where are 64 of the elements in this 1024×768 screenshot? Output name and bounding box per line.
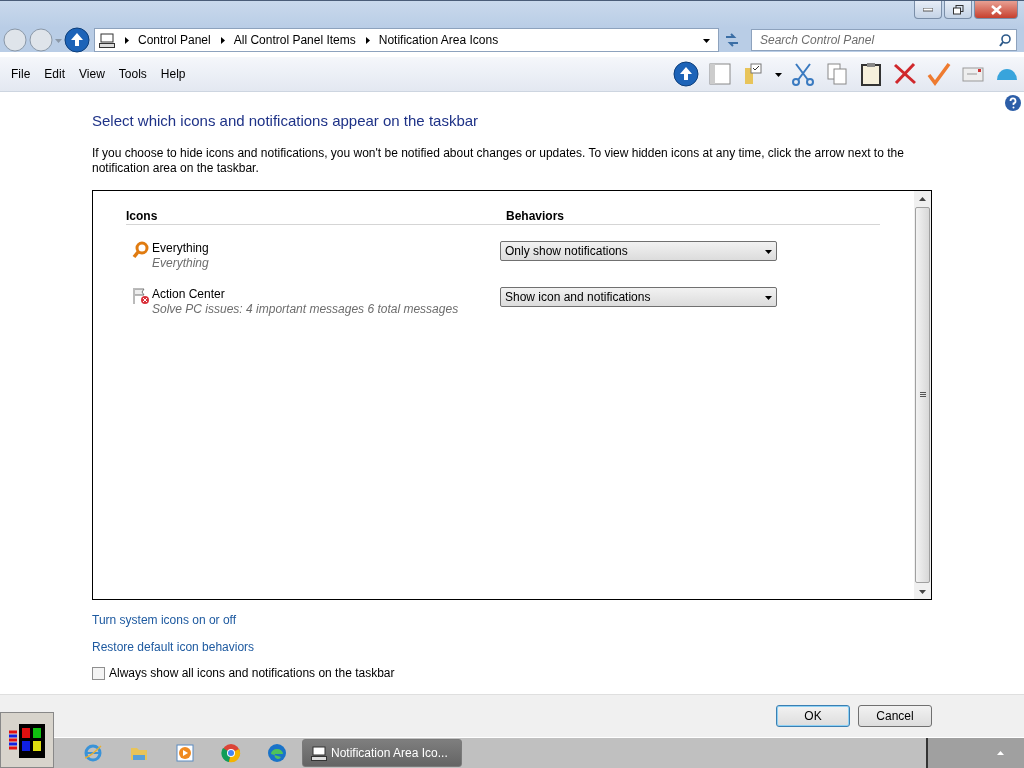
show-hidden-icons-icon: [997, 749, 1004, 757]
dropdown-arrow-icon: [765, 247, 772, 255]
link[interactable]: Restore default icon behaviors: [92, 640, 255, 654]
icon-name: Action Center: [152, 287, 226, 301]
breadcrumb-arrow-icon: [363, 36, 371, 44]
address-bar[interactable]: Control Panel All Control Panel Items Notification Area Icons: [94, 28, 719, 52]
taskbar-window-button[interactable]: Notification Area Ico...: [302, 739, 462, 767]
browser-icon[interactable]: [83, 743, 103, 763]
behavior-dropdown[interactable]: Only show notifications: [500, 241, 777, 261]
check-icon[interactable]: [926, 62, 952, 86]
forward-button[interactable]: [29, 28, 53, 52]
dialog-button[interactable]: OK: [776, 705, 850, 727]
flag-icon: [132, 287, 150, 305]
search-field[interactable]: Search Control Panel: [751, 29, 1017, 51]
column-header: Icons: [126, 209, 159, 223]
scroll-up-icon: [919, 195, 926, 203]
magnifier-icon: [132, 241, 150, 259]
breadcrumb[interactable]: All Control Panel Items: [233, 33, 356, 47]
dropdown-arrow-icon: [775, 70, 782, 78]
menu-item[interactable]: Edit: [37, 67, 73, 81]
media-player-icon[interactable]: [175, 743, 195, 763]
history-dropdown-icon: [55, 36, 62, 44]
page-heading: Select which icons and notifications appear on the taskbar: [92, 112, 480, 129]
copy-icon[interactable]: [824, 62, 850, 86]
start-button[interactable]: [0, 712, 54, 768]
restore-button[interactable]: [944, 1, 972, 19]
scissors-icon[interactable]: [790, 62, 816, 86]
dropdown-arrow-icon: [765, 293, 772, 301]
panel-icon[interactable]: [707, 62, 733, 86]
menu-item[interactable]: Tools: [111, 67, 154, 81]
minimize-icon: [923, 7, 933, 12]
breadcrumb-arrow-icon: [218, 36, 226, 44]
delete-icon[interactable]: [892, 62, 918, 86]
scrollbar[interactable]: [914, 191, 931, 599]
icon-description: Solve PC issues: 4 important messages 6 total messages: [152, 302, 460, 316]
behavior-dropdown[interactable]: Show icon and notifications: [500, 287, 777, 307]
icon-description: Everything: [152, 256, 210, 270]
checkbox-label: Always show all icons and notifications on the taskbar: [109, 666, 395, 680]
column-header: Behaviors: [506, 209, 566, 223]
menu-item[interactable]: View: [72, 67, 112, 81]
link[interactable]: Turn system icons on or off: [92, 613, 237, 627]
scroll-thumb[interactable]: [915, 207, 930, 583]
help-icon[interactable]: [1004, 94, 1022, 112]
edge-icon[interactable]: [267, 743, 287, 763]
menu-item[interactable]: File: [4, 67, 38, 81]
search-icon: [999, 33, 1011, 47]
menu-item[interactable]: Help: [153, 67, 193, 81]
restore-icon: [952, 4, 964, 15]
back-button[interactable]: [3, 28, 27, 52]
breadcrumb[interactable]: Notification Area Icons: [378, 33, 499, 47]
computer-icon: [311, 745, 327, 761]
checkbox[interactable]: [92, 666, 105, 680]
description-text: If you choose to hide icons and notifications, you won't be notified about changes or updates. To view hidden icons at any time, click the arrow next to the notification area on the taskbar.: [92, 146, 905, 176]
clipboard-icon[interactable]: [858, 62, 884, 86]
close-button[interactable]: [974, 1, 1018, 19]
close-icon: [990, 4, 1002, 15]
icon-name: Everything: [152, 241, 210, 255]
chrome-icon[interactable]: [221, 743, 241, 763]
computer-icon: [99, 32, 115, 48]
scroll-down-icon: [919, 587, 926, 595]
dialog-button[interactable]: Cancel: [858, 705, 932, 727]
breadcrumb[interactable]: Control Panel: [138, 33, 211, 47]
dropdown-arrow-icon: [703, 37, 710, 44]
breadcrumb-arrow-icon: [123, 36, 130, 44]
